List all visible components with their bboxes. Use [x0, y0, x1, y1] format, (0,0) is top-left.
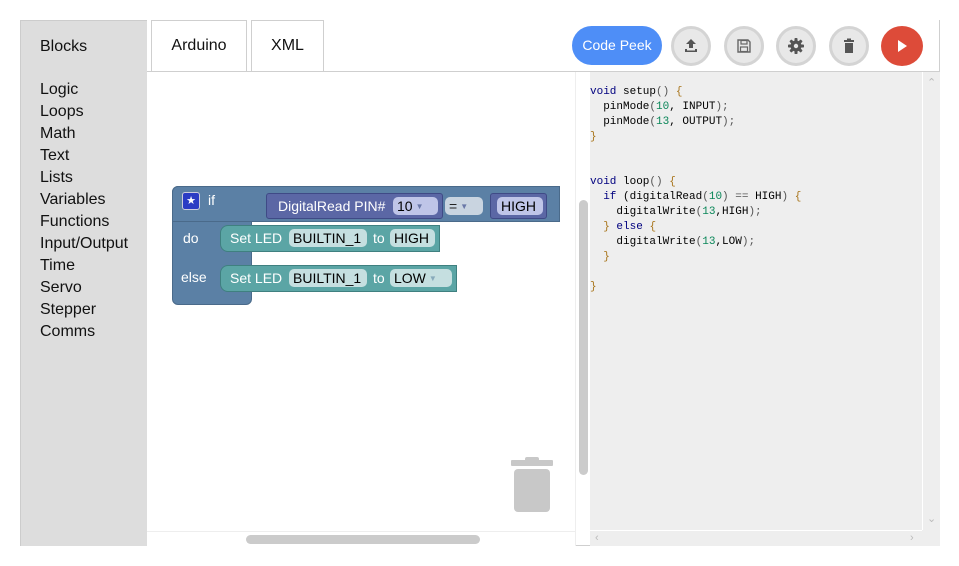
save-button[interactable] — [724, 26, 764, 66]
category-logic[interactable]: Logic — [40, 79, 128, 101]
dropdown-arrow-icon: ▼ — [428, 274, 437, 283]
workspace-vertical-scrollbar[interactable] — [579, 200, 588, 475]
set-led-label: Set LED — [230, 230, 283, 246]
upload-icon — [685, 39, 697, 52]
delete-button[interactable] — [829, 26, 869, 66]
to-label: to — [373, 270, 385, 286]
settings-button[interactable] — [776, 26, 816, 66]
category-input-output[interactable]: Input/Output — [40, 233, 128, 255]
scroll-right-icon[interactable]: › — [910, 532, 914, 544]
to-label: to — [373, 230, 385, 246]
led-state-value: LOW — [394, 270, 426, 286]
category-text[interactable]: Text — [40, 145, 128, 167]
save-icon — [737, 39, 751, 53]
scroll-left-icon[interactable]: ‹ — [595, 532, 599, 544]
category-comms[interactable]: Comms — [40, 321, 128, 343]
code-preview[interactable]: void setup() { pinMode(10, INPUT); pinMo… — [590, 72, 940, 546]
mutator-star-icon[interactable]: ★ — [182, 192, 200, 210]
operator-dropdown[interactable]: = ▼ — [445, 197, 483, 215]
category-servo[interactable]: Servo — [40, 277, 128, 299]
pin-value: 10 — [397, 198, 413, 214]
code-text: void setup() { pinMode(10, INPUT); pinMo… — [590, 86, 802, 293]
workspace-divider — [575, 72, 576, 546]
category-variables[interactable]: Variables — [40, 189, 128, 211]
operator-value: = — [449, 198, 458, 214]
digital-read-label: DigitalRead PIN# — [278, 198, 386, 214]
code-horizontal-scrollbar[interactable]: ‹ › — [590, 530, 922, 546]
toolbox: Blocks Logic Loops Math Text Lists Varia… — [20, 20, 147, 546]
scroll-down-icon[interactable]: ⌄ — [927, 512, 936, 525]
pin-dropdown[interactable]: 10 ▼ — [393, 197, 438, 215]
code-vertical-scrollbar[interactable]: ⌃ ⌄ — [922, 72, 940, 530]
category-math[interactable]: Math — [40, 123, 128, 145]
category-functions[interactable]: Functions — [40, 211, 128, 233]
do-label: do — [183, 230, 199, 246]
tab-xml[interactable]: XML — [251, 20, 324, 71]
category-loops[interactable]: Loops — [40, 101, 128, 123]
dropdown-arrow-icon: ▼ — [415, 202, 424, 211]
led-dropdown[interactable]: BUILTIN_1 — [289, 229, 367, 247]
toolbox-categories: Logic Loops Math Text Lists Variables Fu… — [40, 79, 128, 343]
else-label: else — [181, 269, 207, 285]
scroll-up-icon[interactable]: ⌃ — [927, 76, 936, 89]
led-dropdown[interactable]: BUILTIN_1 — [289, 269, 367, 287]
high-value[interactable]: HIGH — [497, 197, 543, 215]
run-button[interactable] — [881, 26, 923, 66]
led-state-value[interactable]: HIGH — [390, 229, 435, 247]
if-label: if — [208, 192, 215, 208]
category-time[interactable]: Time — [40, 255, 128, 277]
workspace-hscroll-track — [147, 531, 575, 532]
upload-button[interactable] — [671, 26, 711, 66]
delete-icon — [844, 38, 854, 53]
workspace-horizontal-scrollbar[interactable] — [246, 535, 480, 544]
set-led-label: Set LED — [230, 270, 283, 286]
dropdown-arrow-icon: ▼ — [460, 202, 469, 211]
led-state-dropdown[interactable]: LOW ▼ — [390, 269, 452, 287]
code-peek-button[interactable]: Code Peek — [572, 26, 662, 65]
workspace-trash-icon[interactable] — [510, 457, 554, 513]
toolbox-title[interactable]: Blocks — [40, 38, 87, 56]
category-stepper[interactable]: Stepper — [40, 299, 128, 321]
run-icon — [898, 40, 907, 52]
category-lists[interactable]: Lists — [40, 167, 128, 189]
tab-arduino[interactable]: Arduino — [151, 20, 247, 71]
settings-icon — [788, 38, 804, 54]
